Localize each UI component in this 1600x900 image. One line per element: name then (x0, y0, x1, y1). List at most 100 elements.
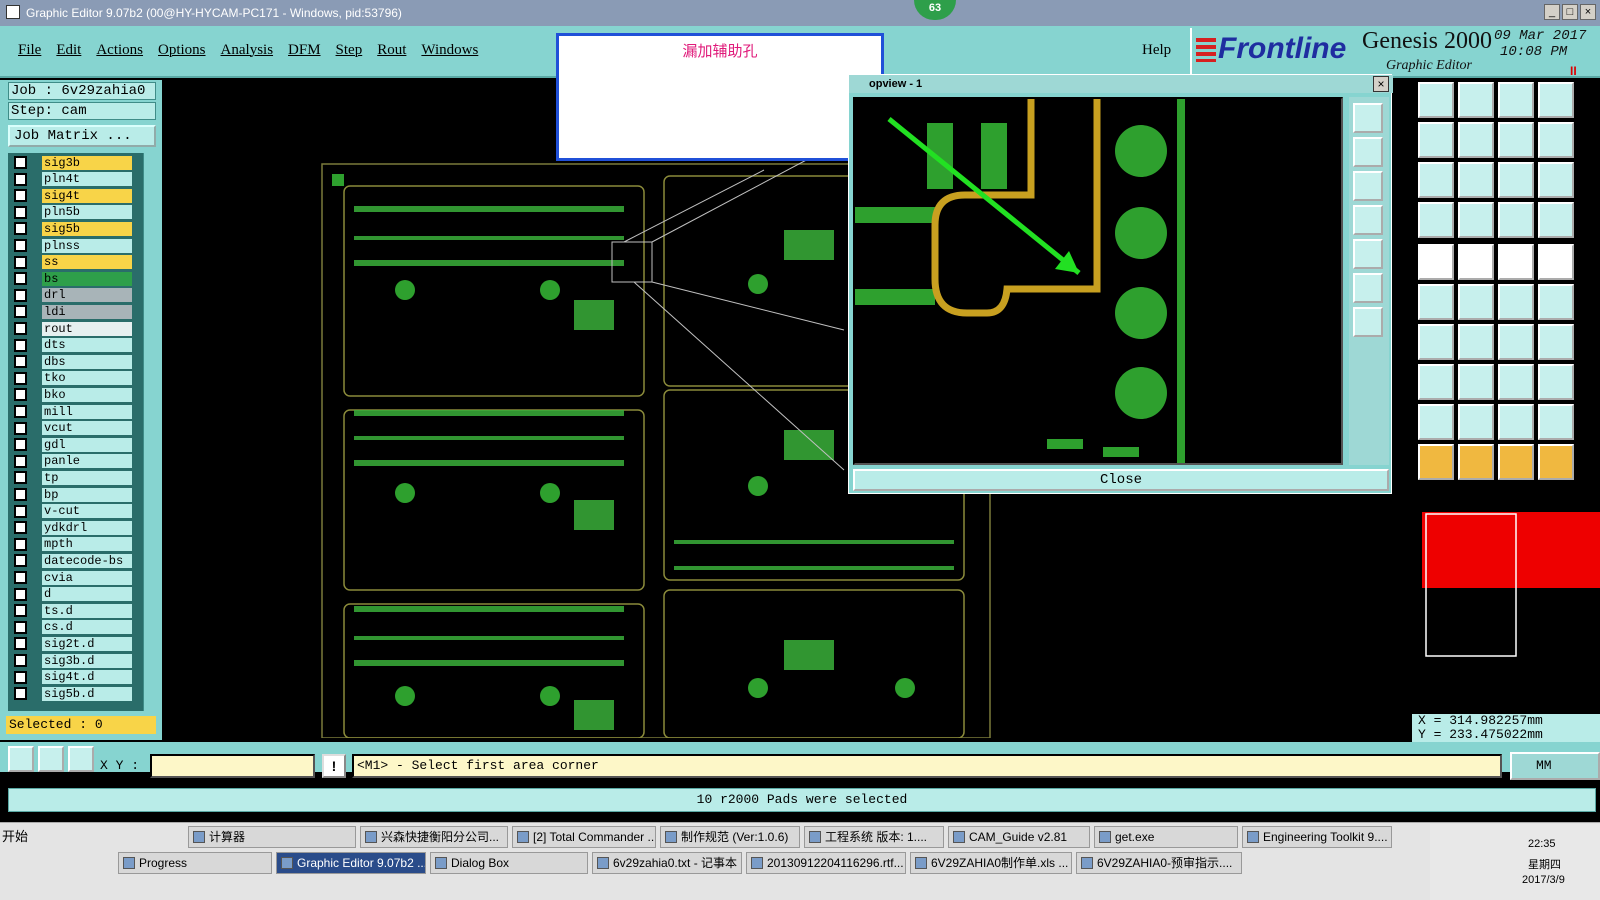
layer-checkbox[interactable] (14, 620, 27, 634)
layer-row[interactable]: plnss (8, 238, 138, 253)
tool-icon[interactable] (1418, 244, 1454, 280)
layer-checkbox[interactable] (14, 388, 27, 402)
layer-checkbox[interactable] (14, 488, 27, 501)
menu-file[interactable]: File (18, 42, 41, 59)
popview-close-button[interactable]: Close (853, 469, 1389, 491)
layer-checkbox[interactable] (14, 405, 27, 418)
layer-row[interactable]: sig2t.d (8, 636, 138, 651)
layer-row[interactable]: drl (8, 288, 138, 303)
layer-row[interactable]: panle (8, 454, 138, 469)
menu-windows[interactable]: Windows (421, 42, 478, 59)
layer-row[interactable]: sig3b (8, 155, 138, 170)
layer-row[interactable]: bko (8, 387, 138, 402)
layer-checkbox[interactable] (14, 222, 27, 236)
layer-checkbox[interactable] (14, 537, 27, 551)
layer-row[interactable]: vcut (8, 421, 138, 436)
tool-icon[interactable] (1498, 284, 1534, 320)
tool-icon[interactable] (1538, 444, 1574, 480)
layer-row[interactable]: pln4t (8, 172, 138, 187)
tool-icon[interactable] (1538, 202, 1574, 238)
popview-tool-7[interactable] (1353, 307, 1383, 337)
layer-checkbox[interactable] (14, 322, 27, 335)
menu-step[interactable]: Step (336, 42, 363, 59)
layer-row[interactable]: mpth (8, 537, 138, 552)
menu-dfm[interactable]: DFM (288, 42, 321, 59)
layer-row[interactable]: tko (8, 371, 138, 386)
layer-row[interactable]: sig3b.d (8, 653, 138, 668)
tool-icon[interactable] (1498, 364, 1534, 400)
menu-options[interactable]: Options (158, 42, 206, 59)
popview-tool-6[interactable] (1353, 273, 1383, 303)
tool-icon[interactable] (1538, 244, 1574, 280)
zoom-line-icon[interactable] (38, 746, 64, 772)
menu-analysis[interactable]: Analysis (221, 42, 274, 59)
taskbar-item[interactable]: Progress (118, 852, 272, 874)
layer-row[interactable]: cs.d (8, 620, 138, 635)
tool-icon[interactable] (1418, 324, 1454, 360)
tool-icon[interactable] (1458, 364, 1494, 400)
layer-row[interactable]: ydkdrl (8, 520, 138, 535)
taskbar-item[interactable]: 兴森快捷衡阳分公司... (360, 826, 508, 848)
layer-row[interactable]: sig4t.d (8, 670, 138, 685)
taskbar-item[interactable]: Graphic Editor 9.07b2 ... (276, 852, 426, 874)
layer-checkbox[interactable] (14, 454, 27, 468)
taskbar-item[interactable]: 工程系统 版本: 1.... (804, 826, 944, 848)
popview-tool-3[interactable] (1353, 171, 1383, 201)
layer-checkbox[interactable] (14, 637, 27, 651)
tool-icon[interactable] (1538, 364, 1574, 400)
menu-rout[interactable]: Rout (377, 42, 406, 59)
taskbar-item[interactable]: 6V29ZAHIA0-预审指示.... (1076, 852, 1242, 874)
taskbar-item[interactable]: [2] Total Commander ... (512, 826, 656, 848)
taskbar-item[interactable]: 制作规范 (Ver:1.0.6) (660, 826, 800, 848)
layer-checkbox[interactable] (14, 355, 27, 369)
layer-checkbox[interactable] (14, 371, 27, 385)
layer-checkbox[interactable] (14, 172, 27, 186)
tool-icon[interactable] (1418, 162, 1454, 198)
zoom-area-icon[interactable] (8, 746, 34, 772)
tool-icon[interactable] (1498, 244, 1534, 280)
menu-actions[interactable]: Actions (96, 42, 143, 59)
layer-checkbox[interactable] (14, 189, 27, 203)
units-select[interactable]: MM (1510, 752, 1600, 780)
layer-checkbox[interactable] (14, 239, 27, 252)
layer-row[interactable]: cvia (8, 570, 138, 585)
layer-row[interactable]: sig5b (8, 221, 138, 236)
xy-input[interactable] (150, 754, 315, 778)
tool-icon[interactable] (1498, 122, 1534, 158)
layer-checkbox[interactable] (14, 654, 27, 667)
layer-checkbox[interactable] (14, 438, 27, 452)
pause-button[interactable]: II (1570, 64, 1577, 78)
tool-icon[interactable] (1458, 122, 1494, 158)
layer-row[interactable]: bp (8, 487, 138, 502)
tool-icon[interactable] (1498, 202, 1534, 238)
taskbar-item[interactable]: CAM_Guide v2.81 (948, 826, 1090, 848)
layer-checkbox[interactable] (14, 521, 27, 535)
layer-checkbox[interactable] (14, 272, 27, 286)
menu-help[interactable]: Help (1142, 42, 1171, 59)
grid-icon[interactable] (68, 746, 94, 772)
tool-icon[interactable] (1538, 404, 1574, 440)
info-button[interactable]: ! (322, 754, 346, 778)
tool-icon[interactable] (1538, 82, 1574, 118)
layer-checkbox[interactable] (14, 554, 27, 568)
layer-checkbox[interactable] (14, 421, 27, 435)
tool-icon[interactable] (1498, 444, 1534, 480)
tool-icon[interactable] (1458, 82, 1494, 118)
job-matrix-button[interactable]: Job Matrix ... (8, 125, 156, 147)
tool-icon[interactable] (1498, 82, 1534, 118)
taskbar-item[interactable]: 20130912204116296.rtf... (746, 852, 906, 874)
tool-icon[interactable] (1418, 404, 1454, 440)
tool-icon[interactable] (1498, 162, 1534, 198)
tool-icon[interactable] (1538, 122, 1574, 158)
tool-icon[interactable] (1458, 162, 1494, 198)
tool-icon[interactable] (1458, 324, 1494, 360)
tool-icon[interactable] (1458, 404, 1494, 440)
layer-row[interactable]: gdl (8, 437, 138, 452)
tool-icon[interactable] (1418, 122, 1454, 158)
layer-checkbox[interactable] (14, 471, 27, 485)
menu-edit[interactable]: Edit (56, 42, 81, 59)
tool-icon[interactable] (1458, 202, 1494, 238)
layer-checkbox[interactable] (14, 571, 27, 584)
layer-checkbox[interactable] (14, 670, 27, 684)
tool-icon[interactable] (1458, 284, 1494, 320)
